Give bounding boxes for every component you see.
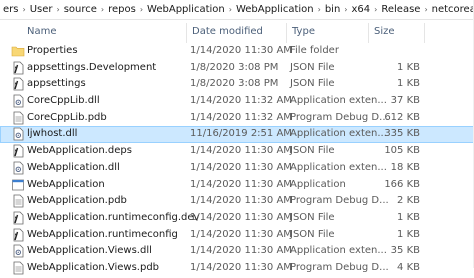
file-date-modified: 1/14/2020 11:32 AM (190, 95, 292, 107)
file-type: File folder (290, 45, 339, 56)
file-type: Application (290, 178, 346, 190)
json-file-icon (11, 144, 25, 158)
file-name: WebApplication.pdb (27, 195, 127, 207)
file-name: WebApplication.deps (27, 145, 132, 157)
folder-icon (11, 44, 25, 58)
file-type: JSON File (290, 228, 335, 240)
file-type: Application exten... (290, 161, 387, 173)
exe-file-icon (11, 178, 25, 192)
file-name: WebApplication.runtimeconfig (27, 228, 178, 240)
file-size: 1 KB (397, 78, 420, 90)
file-size: 1 KB (397, 228, 420, 240)
file-date-modified: 1/14/2020 11:32 AM (190, 111, 292, 123)
file-type: Application exten... (290, 245, 387, 257)
file-type: Application exten... (290, 95, 387, 107)
breadcrumb: ers › User › source › repos › WebApplication › Web… (0, 0, 474, 20)
dll-file-icon (11, 161, 25, 175)
file-row[interactable]: appsettings 1/8/2020 3:08 PM JSON File 1 KB (0, 76, 474, 93)
file-name: CoreCppLib.dll (27, 95, 100, 107)
file-type: Application exten... (290, 128, 387, 140)
file-date-modified: 1/14/2020 11:30 AM (190, 45, 292, 56)
breadcrumb-item[interactable]: repos (105, 4, 139, 15)
dll-file-icon (11, 127, 25, 141)
column-header-date[interactable]: Date modified (192, 26, 263, 37)
file-date-modified: 1/8/2020 3:08 PM (190, 61, 279, 73)
file-date-modified: 1/8/2020 3:08 PM (190, 78, 279, 90)
file-size: 1 KB (397, 211, 420, 223)
file-size: 2 KB (397, 195, 420, 207)
dll-file-icon (11, 244, 25, 258)
column-divider[interactable] (424, 23, 425, 43)
json-file-icon (11, 77, 25, 91)
file-row[interactable]: CoreCppLib.pdb 1/14/2020 11:32 AM Program … (0, 110, 474, 127)
file-row[interactable]: WebApplication.Views.pdb 1/14/2020 11:30 … (0, 260, 474, 277)
file-row[interactable]: ljwhost.dll 11/16/2019 2:51 AM Application… (0, 126, 474, 144)
column-divider[interactable] (286, 23, 287, 43)
breadcrumb-item[interactable]: WebApplication (233, 4, 317, 15)
file-row[interactable]: WebApplication.dll 1/14/2020 11:30 AM Appl… (0, 160, 474, 177)
pdb-file-icon (11, 194, 25, 208)
file-row[interactable]: WebApplication.deps 1/14/2020 11:30 AM JSO… (0, 143, 474, 160)
column-divider[interactable] (186, 23, 187, 43)
file-name: WebApplication.Views.dll (27, 245, 152, 257)
file-type: Program Debug D... (290, 195, 389, 207)
file-size: 612 KB (384, 111, 420, 123)
file-list: Properties 1/14/2020 11:30 AM File folder a… (0, 43, 474, 277)
file-date-modified: 1/14/2020 11:30 AM (190, 178, 292, 190)
column-header-type[interactable]: Type (292, 26, 315, 37)
breadcrumb-item[interactable]: bin (322, 4, 343, 15)
file-date-modified: 1/14/2020 11:30 AM (190, 161, 292, 173)
file-size: 166 KB (384, 178, 420, 190)
file-size: 35 KB (390, 245, 420, 257)
json-file-icon (11, 228, 25, 242)
file-size: 105 KB (384, 145, 420, 157)
dll-file-icon (11, 94, 25, 108)
breadcrumb-item[interactable]: source (61, 4, 100, 15)
file-row[interactable]: WebApplication.runtimeconfig 1/14/2020 11… (0, 227, 474, 244)
column-header-name[interactable]: Name (27, 26, 57, 37)
file-size: 18 KB (390, 161, 420, 173)
file-type: JSON File (290, 78, 335, 90)
pdb-file-icon (11, 111, 25, 125)
file-name: Properties (27, 45, 78, 56)
file-size: 335 KB (384, 128, 420, 140)
file-row[interactable]: WebApplication.pdb 1/14/2020 11:30 AM Prog… (0, 193, 474, 210)
file-row[interactable]: CoreCppLib.dll 1/14/2020 11:32 AM Applicat… (0, 93, 474, 110)
breadcrumb-item[interactable]: Release (378, 4, 423, 15)
breadcrumb-item[interactable]: netcoreapp3.1 (429, 4, 474, 15)
breadcrumb-item[interactable]: x64 (349, 4, 374, 15)
breadcrumb-item[interactable]: User (27, 4, 56, 15)
column-header-size[interactable]: Size (374, 26, 395, 37)
file-type: JSON File (290, 145, 335, 157)
file-date-modified: 1/14/2020 11:30 AM (190, 228, 292, 240)
file-date-modified: 1/14/2020 11:30 AM (190, 245, 292, 257)
file-row[interactable]: Properties 1/14/2020 11:30 AM File folder (0, 43, 474, 60)
file-date-modified: 11/16/2019 2:51 AM (190, 128, 292, 140)
file-row[interactable]: WebApplication 1/14/2020 11:30 AM Applicat… (0, 177, 474, 194)
file-row[interactable]: WebApplication.runtimeconfig.dev 1/14/202… (0, 210, 474, 227)
file-name: appsettings (27, 78, 86, 90)
column-divider[interactable] (368, 23, 369, 43)
file-date-modified: 1/14/2020 11:30 AM (190, 211, 292, 223)
file-type: JSON File (290, 211, 335, 223)
breadcrumb-item[interactable]: ers (0, 4, 21, 15)
json-file-icon (11, 211, 25, 225)
file-name: CoreCppLib.pdb (27, 111, 107, 123)
column-header-row: Name Date modified Type Size (0, 23, 474, 43)
file-row[interactable]: appsettings.Development 1/8/2020 3:08 PM J… (0, 60, 474, 77)
file-name: appsettings.Development (27, 61, 157, 73)
json-file-icon (11, 61, 25, 75)
file-name: WebApplication.runtimeconfig.dev (27, 211, 200, 223)
file-date-modified: 1/14/2020 11:30 AM (190, 145, 292, 157)
file-name: ljwhost.dll (27, 128, 78, 140)
file-size: 37 KB (390, 95, 420, 107)
file-date-modified: 1/14/2020 11:30 AM (190, 195, 292, 207)
file-type: Program Debug D... (290, 111, 389, 123)
breadcrumb-item[interactable]: WebApplication (144, 4, 228, 15)
file-row[interactable]: WebApplication.Views.dll 1/14/2020 11:30 … (0, 243, 474, 260)
file-type: JSON File (290, 61, 335, 73)
file-name: WebApplication (27, 178, 105, 190)
file-name: WebApplication.dll (27, 161, 120, 173)
file-size: 1 KB (397, 61, 420, 73)
